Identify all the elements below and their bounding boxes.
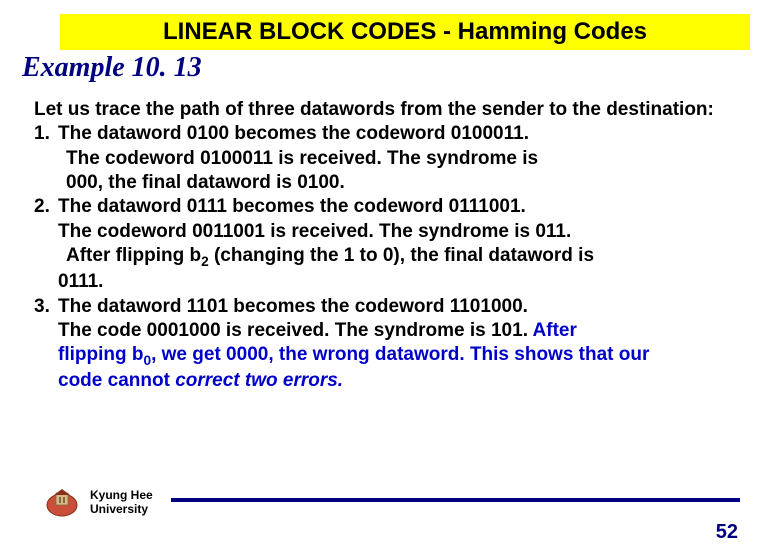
- slide-title-banner: LINEAR BLOCK CODES - Hamming Codes: [60, 14, 750, 50]
- university-line: Kyung Hee: [90, 489, 153, 503]
- university-logo-icon: [44, 487, 80, 519]
- highlight-text: flipping b0, we get 0000, the wrong data…: [58, 343, 752, 369]
- university-name: Kyung Hee University: [90, 489, 153, 517]
- slide-title: LINEAR BLOCK CODES - Hamming Codes: [163, 18, 647, 45]
- item-number: 3.: [34, 295, 58, 394]
- footer-divider: [171, 498, 740, 502]
- body-text: Let us trace the path of three datawords…: [34, 98, 752, 394]
- example-label: Example 10. 13: [22, 52, 780, 84]
- text-line: The dataword 0111 becomes the codeword 0…: [58, 195, 752, 219]
- text-line: The codeword 0100011 is received. The sy…: [58, 147, 752, 171]
- list-item: 2. The dataword 0111 becomes the codewor…: [34, 195, 752, 294]
- text-line: The dataword 0100 becomes the codeword 0…: [58, 122, 752, 146]
- text-line: The dataword 1101 becomes the codeword 1…: [58, 295, 752, 319]
- text-line: 0111.: [58, 270, 752, 294]
- highlight-text: After: [533, 320, 577, 341]
- list-item: 3. The dataword 1101 becomes the codewor…: [34, 295, 752, 394]
- footer: Kyung Hee University: [0, 480, 780, 526]
- item-content: The dataword 0111 becomes the codeword 0…: [58, 195, 752, 294]
- text-line: The code 0001000 is received. The syndro…: [58, 319, 752, 343]
- intro-text: Let us trace the path of three datawords…: [34, 98, 752, 122]
- item-number: 1.: [34, 122, 58, 195]
- highlight-text: code cannot correct two errors.: [58, 369, 752, 393]
- text-line: The codeword 0011001 is received. The sy…: [58, 220, 752, 244]
- university-line: University: [90, 503, 153, 517]
- subscript: 2: [201, 254, 209, 269]
- subscript: 0: [143, 353, 151, 368]
- text-line: After flipping b2 (changing the 1 to 0),…: [58, 244, 752, 270]
- page-number: 52: [716, 521, 738, 544]
- text-line: 000, the final dataword is 0100.: [58, 171, 752, 195]
- item-number: 2.: [34, 195, 58, 294]
- item-content: The dataword 1101 becomes the codeword 1…: [58, 295, 752, 394]
- list-item: 1. The dataword 0100 becomes the codewor…: [34, 122, 752, 195]
- item-content: The dataword 0100 becomes the codeword 0…: [58, 122, 752, 195]
